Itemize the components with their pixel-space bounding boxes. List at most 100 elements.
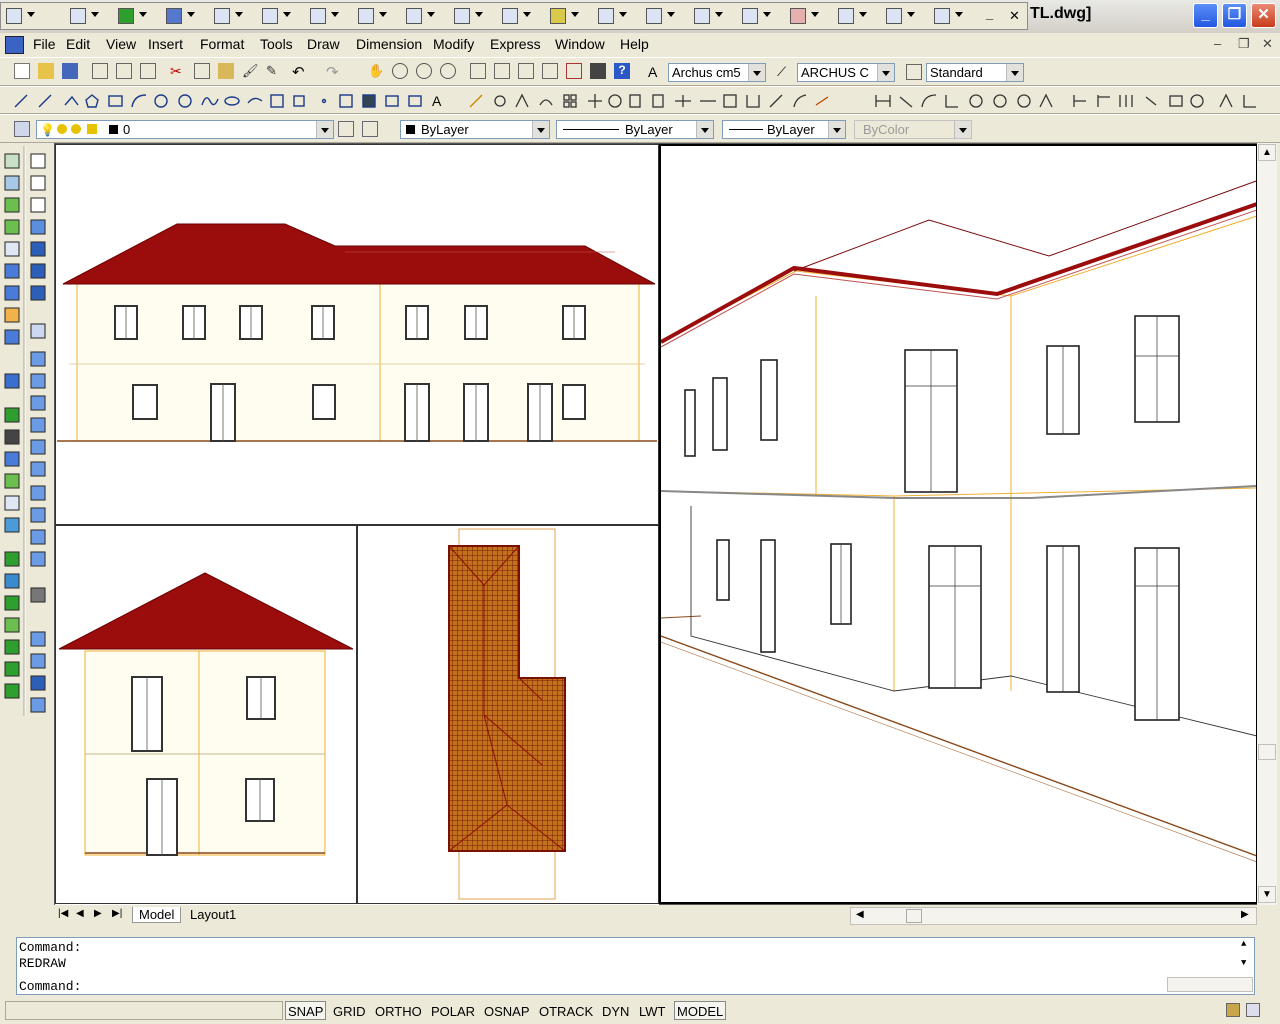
floating-toolbar-minimize[interactable]: _ xyxy=(986,6,993,21)
toolbar-flyout-17[interactable] xyxy=(787,6,825,26)
scroll-down-button[interactable]: ▼ xyxy=(1258,886,1276,903)
layer-previous-icon[interactable] xyxy=(362,121,378,137)
window-minimize-button[interactable]: _ xyxy=(1193,3,1218,28)
next-tab-button[interactable]: ▶ xyxy=(94,908,102,919)
viewport-front-elevation[interactable] xyxy=(55,144,659,525)
document-icon[interactable] xyxy=(5,36,24,54)
menu-help[interactable]: Help xyxy=(620,36,649,52)
menu-insert[interactable]: Insert xyxy=(148,36,183,52)
last-tab-button[interactable]: ▶| xyxy=(112,908,122,919)
undo-icon[interactable]: ↶ xyxy=(292,63,308,81)
toolbar-flyout-5[interactable] xyxy=(211,6,249,26)
cut-icon[interactable]: ✂ xyxy=(170,63,186,79)
menu-window[interactable]: Window xyxy=(555,36,605,52)
toolbar-flyout-7[interactable] xyxy=(307,6,345,26)
lineweight-dropdown[interactable]: ByLayer xyxy=(722,120,846,139)
scroll-right-button[interactable]: ▶ xyxy=(1241,909,1249,920)
grid-toggle[interactable]: GRID xyxy=(330,1001,369,1020)
chevron-down-icon[interactable] xyxy=(316,121,333,138)
tool-palettes-icon[interactable] xyxy=(518,63,534,79)
menu-edit[interactable]: Edit xyxy=(66,36,90,52)
toolbar-flyout-16[interactable] xyxy=(739,6,777,26)
tab-layout1[interactable]: Layout1 xyxy=(186,907,240,922)
osnap-toggle[interactable]: OSNAP xyxy=(481,1001,533,1020)
menu-modify[interactable]: Modify xyxy=(433,36,474,52)
viewport-perspective[interactable] xyxy=(659,144,1258,904)
dyn-toggle[interactable]: DYN xyxy=(599,1001,632,1020)
design-center-icon[interactable] xyxy=(494,63,510,79)
chevron-down-icon[interactable] xyxy=(877,64,894,81)
toolbar-flyout-15[interactable] xyxy=(691,6,729,26)
menu-express[interactable]: Express xyxy=(490,36,541,52)
command-window[interactable]: Command: REDRAW Command: ▲ ▼ xyxy=(16,937,1255,995)
menu-format[interactable]: Format xyxy=(200,36,244,52)
command-scroll-up-icon[interactable]: ▲ xyxy=(1241,939,1246,949)
dim-style-dropdown[interactable]: ARCHUS C xyxy=(797,63,895,82)
toolbar-flyout-19[interactable] xyxy=(883,6,921,26)
help-icon[interactable]: ? xyxy=(614,63,630,79)
sheet-set-icon[interactable] xyxy=(542,63,558,79)
publish-icon[interactable] xyxy=(140,63,156,79)
chevron-down-icon[interactable] xyxy=(532,121,549,138)
scroll-left-button[interactable]: ◀ xyxy=(856,909,864,920)
color-dropdown[interactable]: ByLayer xyxy=(400,120,550,139)
window-close-button[interactable]: ✕ xyxy=(1251,3,1276,28)
toolbar-flyout-10[interactable] xyxy=(451,6,489,26)
draw-modify-buttons[interactable]: A xyxy=(10,91,1280,111)
pan-icon[interactable]: ✋ xyxy=(368,63,384,79)
lwt-toggle[interactable]: LWT xyxy=(636,1001,668,1020)
zoom-previous-icon[interactable] xyxy=(440,63,456,79)
viewport-side-elevation[interactable] xyxy=(55,525,357,905)
save-icon[interactable] xyxy=(62,63,78,79)
polar-toggle[interactable]: POLAR xyxy=(428,1001,478,1020)
ortho-toggle[interactable]: ORTHO xyxy=(372,1001,425,1020)
copy-icon[interactable] xyxy=(194,63,210,79)
block-editor-icon[interactable]: ✎ xyxy=(266,63,282,79)
scroll-thumb[interactable] xyxy=(1258,744,1276,760)
toolbar-flyout-11[interactable] xyxy=(499,6,537,26)
horizontal-scroll-thumb[interactable] xyxy=(906,909,922,923)
snap-toggle[interactable]: SNAP xyxy=(285,1001,327,1020)
toolbar-flyout-3[interactable] xyxy=(115,6,153,26)
menu-dimension[interactable]: Dimension xyxy=(356,36,422,52)
plot-icon[interactable] xyxy=(92,63,108,79)
toolbar-flyout-1[interactable] xyxy=(3,6,41,26)
otrack-toggle[interactable]: OTRACK xyxy=(536,1001,596,1020)
toolbar-flyout-20[interactable] xyxy=(931,6,969,26)
mdi-minimize-button[interactable]: – xyxy=(1214,36,1221,51)
new-icon[interactable] xyxy=(14,63,30,79)
linetype-dropdown[interactable]: ByLayer xyxy=(556,120,714,139)
chevron-down-icon[interactable] xyxy=(828,121,845,138)
chevron-down-icon[interactable] xyxy=(1006,64,1023,81)
horizontal-scrollbar[interactable]: ◀ ▶ xyxy=(850,907,1257,925)
toolbar-flyout-4[interactable] xyxy=(163,6,201,26)
toolbar-flyout-9[interactable] xyxy=(403,6,441,26)
match-properties-icon[interactable]: 🖌 xyxy=(242,63,259,79)
toolbar-flyout-18[interactable] xyxy=(835,6,873,26)
chevron-down-icon[interactable] xyxy=(748,64,765,81)
lock-icon[interactable] xyxy=(1226,1003,1240,1017)
toolbar-flyout-6[interactable] xyxy=(259,6,297,26)
left-vertical-toolbars[interactable] xyxy=(0,146,52,716)
window-maximize-button[interactable]: ❐ xyxy=(1222,3,1247,28)
drawing-area[interactable] xyxy=(54,143,1258,905)
viewport-roof-plan[interactable] xyxy=(357,525,659,905)
floating-toolbar[interactable]: _ ✕ xyxy=(0,2,1028,30)
menu-tools[interactable]: Tools xyxy=(260,36,293,52)
layer-manager-icon[interactable] xyxy=(14,121,30,137)
command-scroll-down-icon[interactable]: ▼ xyxy=(1241,958,1246,968)
command-horizontal-scrollbar[interactable] xyxy=(1167,977,1253,992)
vertical-scrollbar[interactable]: ▲ ▼ xyxy=(1257,143,1277,905)
menu-draw[interactable]: Draw xyxy=(307,36,340,52)
properties-icon[interactable] xyxy=(470,63,486,79)
toolbar-flyout-14[interactable] xyxy=(643,6,681,26)
zoom-realtime-icon[interactable] xyxy=(392,63,408,79)
standard-toolbar-buttons[interactable]: ✂ 🖌 ✎ ↶ ↷ ✋ ? xyxy=(14,63,634,81)
chevron-down-icon[interactable] xyxy=(696,121,713,138)
toolbar-flyout-12[interactable] xyxy=(547,6,585,26)
toolbar-flyout-2[interactable] xyxy=(67,6,105,26)
layer-dropdown[interactable]: 💡 0 xyxy=(36,120,334,139)
command-prompt[interactable]: Command: xyxy=(19,979,81,994)
mdi-close-button[interactable]: ✕ xyxy=(1262,36,1273,52)
make-object-layer-current-icon[interactable] xyxy=(338,121,354,137)
